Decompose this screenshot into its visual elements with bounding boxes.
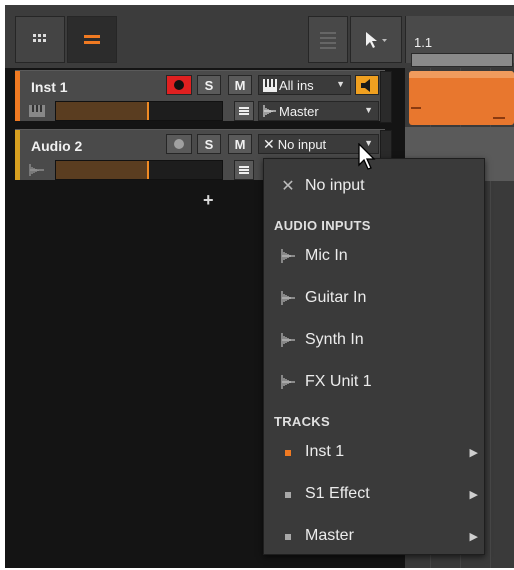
track-list-button[interactable] bbox=[67, 16, 117, 63]
track-menu-button[interactable] bbox=[234, 160, 254, 180]
record-arm-button[interactable] bbox=[166, 75, 192, 95]
mute-button[interactable]: M bbox=[228, 75, 252, 95]
track-color-strip bbox=[15, 130, 20, 180]
track-name[interactable]: Inst 1 bbox=[31, 79, 68, 95]
audio-wave-icon bbox=[281, 333, 295, 347]
menu-item-audio-input[interactable]: Mic In bbox=[264, 239, 484, 273]
audio-inputs-header: AUDIO INPUTS bbox=[274, 218, 371, 233]
daw-window: 1.1 Inst 1 S M All ins ▼ Master ▼ Audio … bbox=[5, 5, 514, 568]
submenu-arrow-icon: ▶ bbox=[469, 488, 478, 501]
record-icon bbox=[174, 80, 184, 90]
output-selector-label: Master bbox=[279, 103, 319, 119]
track-name[interactable]: Audio 2 bbox=[31, 138, 82, 154]
audio-wave-icon bbox=[281, 249, 295, 263]
input-selector[interactable]: All ins ▼ bbox=[258, 75, 351, 95]
track-color-square-icon bbox=[280, 443, 296, 461]
add-track-button[interactable]: + bbox=[203, 191, 214, 209]
menu-item-track[interactable]: S1 Effect ▶ bbox=[264, 477, 484, 511]
menu-icon bbox=[239, 107, 249, 115]
submenu-arrow-icon: ▶ bbox=[469, 446, 478, 459]
track-menu-button[interactable] bbox=[234, 101, 254, 121]
list-icon bbox=[84, 34, 100, 44]
pointer-tool-icon bbox=[366, 31, 387, 48]
tracks-header: TRACKS bbox=[274, 414, 330, 429]
audio-wave-icon bbox=[29, 164, 44, 176]
close-icon: ✕ bbox=[281, 178, 295, 195]
speaker-icon bbox=[361, 78, 370, 92]
output-selector[interactable]: Master ▼ bbox=[258, 101, 379, 121]
track-color-square-icon bbox=[280, 485, 296, 503]
monitor-button[interactable] bbox=[355, 75, 379, 95]
audio-wave-icon bbox=[263, 105, 276, 117]
menu-icon bbox=[239, 166, 249, 174]
input-selector-label: No input bbox=[277, 136, 327, 152]
menu-item-audio-input[interactable]: Synth In bbox=[264, 323, 484, 357]
piano-keys-icon bbox=[29, 105, 45, 117]
chevron-down-icon: ▼ bbox=[364, 105, 373, 115]
chevron-down-icon: ▼ bbox=[336, 79, 345, 89]
grid-icon bbox=[33, 33, 46, 42]
level-meter bbox=[55, 160, 223, 180]
mouse-cursor-icon bbox=[358, 143, 376, 170]
input-dropdown-menu: ✕ No input AUDIO INPUTS Mic In Guitar In… bbox=[263, 158, 485, 555]
mute-button[interactable]: M bbox=[228, 134, 252, 154]
note bbox=[493, 117, 505, 119]
track-header-inst-1[interactable]: Inst 1 S M All ins ▼ Master ▼ bbox=[15, 70, 385, 121]
submenu-arrow-icon: ▶ bbox=[469, 530, 478, 543]
menu-item-track[interactable]: Master ▶ bbox=[264, 519, 484, 553]
clip-header[interactable] bbox=[409, 71, 514, 78]
pointer-tool-button[interactable] bbox=[350, 16, 402, 63]
menu-item-no-input[interactable]: ✕ No input bbox=[264, 169, 484, 203]
level-meter bbox=[55, 101, 223, 121]
input-selector-label: All ins bbox=[279, 77, 314, 93]
piano-icon bbox=[263, 78, 277, 92]
audio-wave-icon bbox=[281, 375, 295, 389]
record-arm-button[interactable] bbox=[166, 134, 192, 154]
note-clip[interactable] bbox=[409, 71, 514, 125]
note bbox=[411, 107, 421, 109]
record-icon bbox=[174, 139, 184, 149]
menu-item-track[interactable]: Inst 1 ▶ bbox=[264, 435, 484, 469]
close-icon: ✕ bbox=[263, 135, 275, 152]
timeline-scroll-bar[interactable] bbox=[411, 53, 513, 67]
mixer-button[interactable] bbox=[308, 16, 348, 63]
solo-button[interactable]: S bbox=[197, 75, 221, 95]
track-color-square-icon bbox=[280, 527, 296, 545]
menu-item-audio-input[interactable]: FX Unit 1 bbox=[264, 365, 484, 399]
toolbar: 1.1 bbox=[5, 5, 514, 68]
menu-item-audio-input[interactable]: Guitar In bbox=[264, 281, 484, 315]
timeline-ruler[interactable]: 1.1 bbox=[405, 16, 514, 67]
timeline-position: 1.1 bbox=[414, 35, 433, 50]
track-side-panel bbox=[380, 71, 392, 123]
mixer-icon bbox=[320, 31, 336, 49]
track-color-strip bbox=[15, 71, 20, 121]
solo-button[interactable]: S bbox=[197, 134, 221, 154]
audio-wave-icon bbox=[281, 291, 295, 305]
grid-view-button[interactable] bbox=[15, 16, 65, 63]
